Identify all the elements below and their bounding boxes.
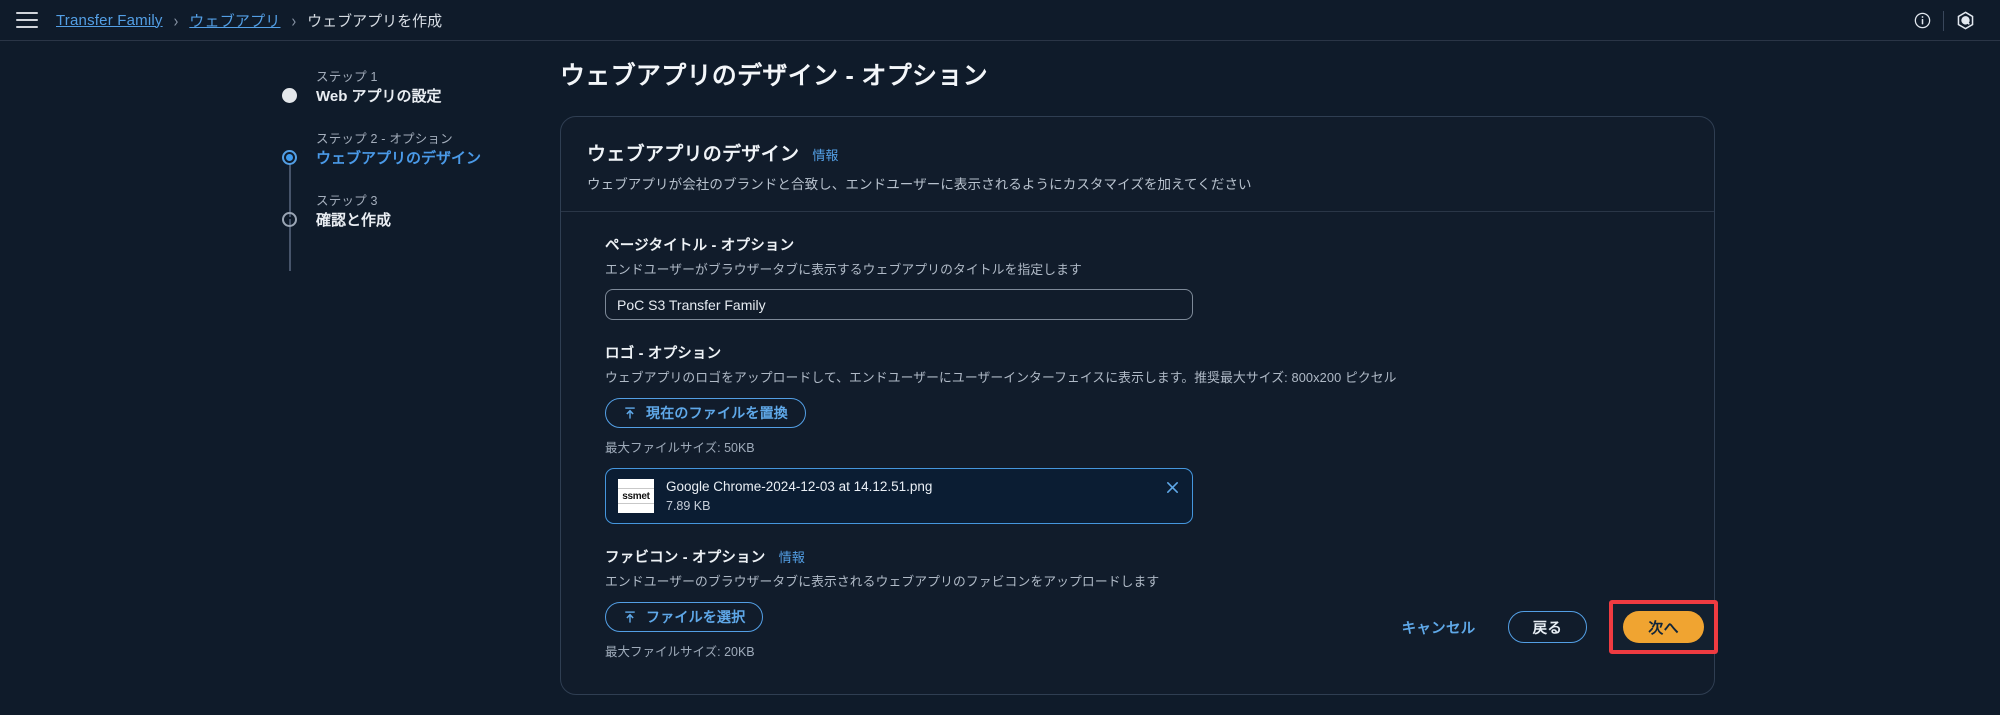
top-navigation-bar: Transfer Family › ウェブアプリ › ウェブアプリを作成: [0, 0, 2000, 41]
step-3-kicker: ステップ 3: [316, 194, 378, 208]
favicon-field-label: ファビコン - オプション 情報: [605, 546, 1688, 567]
breadcrumb-item-create-web-app: ウェブアプリを作成: [307, 12, 443, 30]
back-button[interactable]: 戻る: [1507, 611, 1588, 643]
card-info-link[interactable]: 情報: [812, 145, 838, 164]
card-title: ウェブアプリのデザイン: [587, 144, 800, 165]
page-title-field-description: エンドユーザーがブラウザータブに表示するウェブアプリのタイトルを指定します: [605, 262, 1082, 277]
file-thumbnail-text: ssmet: [622, 490, 650, 502]
logo-field-group: ロゴ - オプション ウェブアプリのロゴをアップロードして、エンドユーザーにユー…: [587, 342, 1688, 524]
page-title-field-group: ページタイトル - オプション エンドユーザーがブラウザータブに表示するウェブア…: [587, 234, 1688, 320]
page-title-input[interactable]: [605, 289, 1193, 320]
step-1-title[interactable]: Web アプリの設定: [316, 86, 522, 108]
card-header: ウェブアプリのデザイン 情報: [587, 139, 1688, 166]
file-size: 7.89 KB: [666, 499, 711, 513]
uploaded-file-card[interactable]: ssmet Google Chrome-2024-12-03 at 14.12.…: [605, 468, 1193, 524]
step-2-title[interactable]: ウェブアプリのデザイン: [316, 148, 522, 170]
wizard-step-2[interactable]: ステップ 2 - オプション ウェブアプリのデザイン: [282, 130, 522, 170]
page-title: ウェブアプリのデザイン - オプション: [560, 62, 988, 90]
logo-field-label: ロゴ - オプション: [605, 346, 722, 362]
step-bullet-todo-icon: [282, 212, 297, 227]
card-divider: [561, 211, 1714, 212]
file-meta: Google Chrome-2024-12-03 at 14.12.51.png…: [666, 477, 932, 515]
replace-current-file-button[interactable]: 現在のファイルを置換: [605, 398, 806, 428]
replace-current-file-label: 現在のファイルを置換: [646, 405, 788, 421]
breadcrumb-separator: ›: [291, 10, 297, 30]
file-thumbnail: ssmet: [618, 479, 654, 513]
file-name: Google Chrome-2024-12-03 at 14.12.51.png: [666, 479, 933, 494]
wizard-step-3[interactable]: ステップ 3 確認と作成: [282, 192, 522, 232]
remove-file-close-icon[interactable]: [1162, 477, 1182, 497]
breadcrumb-item-transfer-family[interactable]: Transfer Family: [56, 12, 163, 29]
top-bar-actions: [1901, 0, 1986, 41]
logo-field-description: ウェブアプリのロゴをアップロードして、エンドユーザーにユーザーインターフェイスに…: [605, 370, 1397, 385]
breadcrumb-item-web-apps[interactable]: ウェブアプリ: [189, 10, 280, 31]
wizard-step-1[interactable]: ステップ 1 Web アプリの設定: [282, 68, 522, 108]
next-button-highlight: 次へ: [1609, 600, 1718, 654]
breadcrumb-separator: ›: [173, 10, 179, 30]
info-circle-icon[interactable]: [1901, 0, 1943, 41]
step-1-kicker: ステップ 1: [316, 70, 378, 84]
cancel-button[interactable]: キャンセル: [1388, 617, 1490, 638]
upload-icon: [623, 406, 637, 420]
logo-max-size-hint: 最大ファイルサイズ: 50KB: [605, 441, 755, 455]
step-3-title[interactable]: 確認と作成: [316, 210, 522, 232]
breadcrumb: Transfer Family › ウェブアプリ › ウェブアプリを作成: [56, 10, 442, 31]
hamburger-menu-icon[interactable]: [16, 12, 38, 28]
wizard-footer-actions: キャンセル 戻る 次へ: [560, 600, 1718, 654]
next-button[interactable]: 次へ: [1623, 611, 1704, 643]
favicon-field-description: エンドユーザーのブラウザータブに表示されるウェブアプリのファビコンをアップロード…: [605, 574, 1160, 589]
step-bullet-done-icon: [282, 88, 297, 103]
wizard-step-navigation: ステップ 1 Web アプリの設定 ステップ 2 - オプション ウェブアプリの…: [282, 68, 522, 271]
page-title-field-label: ページタイトル - オプション: [605, 238, 795, 254]
card-subtitle: ウェブアプリが会社のブランドと合致し、エンドユーザーに表示されるようにカスタマイ…: [587, 177, 1252, 192]
hexagon-q-icon[interactable]: [1944, 0, 1986, 41]
favicon-field-label-text: ファビコン - オプション: [605, 550, 766, 566]
step-bullet-current-icon: [282, 150, 297, 165]
favicon-info-link[interactable]: 情報: [779, 550, 805, 565]
step-2-kicker: ステップ 2 - オプション: [316, 132, 453, 146]
